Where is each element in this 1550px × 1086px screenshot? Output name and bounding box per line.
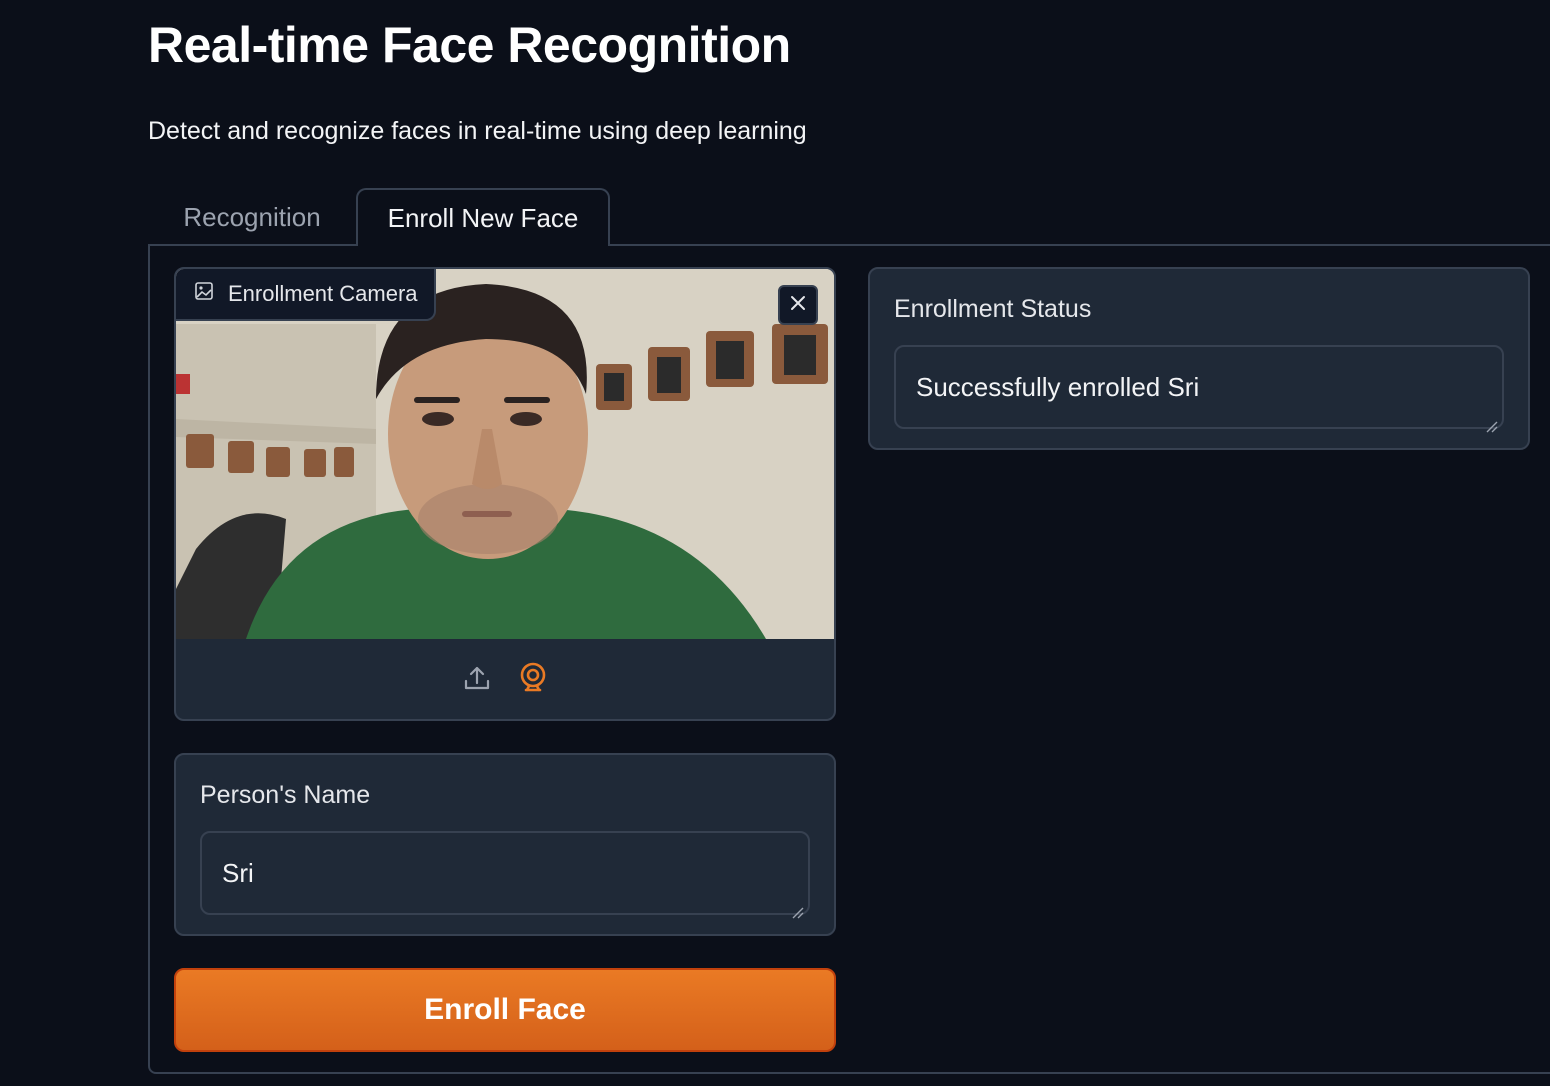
person-name-input[interactable]: Sri <box>200 831 810 919</box>
upload-icon <box>462 663 492 698</box>
clear-image-button[interactable] <box>778 285 818 325</box>
camera-label-badge: Enrollment Camera <box>176 269 436 321</box>
page-subtitle: Detect and recognize faces in real-time … <box>148 117 807 145</box>
resize-grip-icon[interactable] <box>790 895 804 919</box>
tab-recognition[interactable]: Recognition <box>150 188 354 246</box>
page-title: Real-time Face Recognition <box>148 17 791 73</box>
enrollment-status-block: Enrollment Status Successfully enrolled … <box>868 267 1530 450</box>
enrollment-status-value: Successfully enrolled Sri <box>916 371 1200 402</box>
camera-label-text: Enrollment Camera <box>228 281 418 306</box>
person-name-label: Person's Name <box>200 781 371 809</box>
webcam-source-button[interactable] <box>517 662 549 699</box>
tab-enroll-new-face[interactable]: Enroll New Face <box>356 188 610 246</box>
enrollment-status-label: Enrollment Status <box>894 295 1092 323</box>
enrollment-camera-block: Enrollment Camera <box>174 267 836 721</box>
app-root: Real-time Face Recognition Detect and re… <box>0 0 1550 1086</box>
image-source-bar <box>176 639 834 719</box>
camera-feed-image <box>176 269 834 639</box>
webcam-icon <box>518 662 548 699</box>
enroll-face-button[interactable]: Enroll Face <box>174 968 836 1052</box>
close-icon <box>789 294 807 317</box>
upload-source-button[interactable] <box>461 664 493 696</box>
resize-grip-icon[interactable] <box>1484 409 1498 433</box>
enrollment-status-output[interactable]: Successfully enrolled Sri <box>894 345 1504 433</box>
image-icon <box>194 281 214 307</box>
person-name-value: Sri <box>222 857 254 888</box>
person-name-block: Person's Name Sri <box>174 753 836 936</box>
